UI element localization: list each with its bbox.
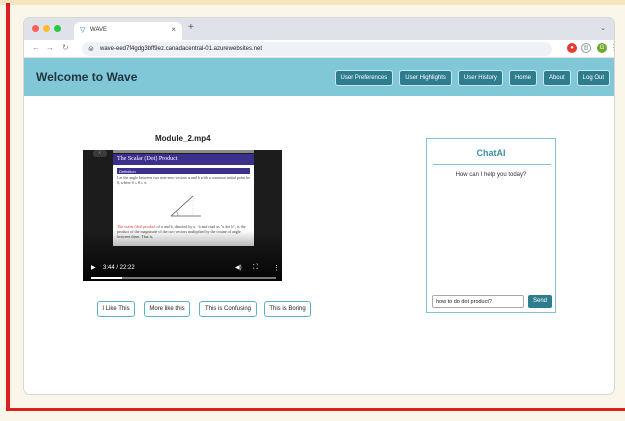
more-options-icon[interactable]: ⋮	[273, 264, 280, 272]
url-text: wave-eed7f4gdg3bff9ez.canadacentral-01.a…	[100, 46, 262, 52]
bottom-red-border	[6, 408, 625, 411]
profile-avatar[interactable]: G	[597, 43, 607, 53]
video-progress-fill	[91, 277, 123, 279]
this-is-boring-button[interactable]: This is Boring	[264, 301, 311, 317]
site-info-icon[interactable]: ⊜	[88, 45, 94, 53]
more-like-this-button[interactable]: More like this	[144, 301, 190, 317]
chat-divider	[433, 164, 551, 165]
video-title: Module_2.mp4	[155, 134, 211, 143]
page-title: Welcome to Wave	[36, 70, 138, 84]
close-window-icon[interactable]	[32, 25, 39, 32]
video-time: 3:44 / 22:22	[103, 265, 135, 271]
user-highlights-button[interactable]: User Highlights	[399, 70, 452, 86]
send-button[interactable]: Send	[528, 295, 552, 308]
this-is-confusing-button[interactable]: This is Confusing	[199, 301, 257, 317]
browser-tab[interactable]: ▽ WAVE ×	[74, 22, 182, 40]
extension-icon[interactable]: ●	[567, 43, 577, 53]
volume-icon[interactable]: ◀)	[235, 264, 242, 271]
header-nav: User Preferences User Highlights User Hi…	[334, 70, 610, 86]
minimize-window-icon[interactable]	[43, 25, 50, 32]
browser-menu-icon[interactable]: ⋮	[610, 43, 614, 52]
chat-title: ChatAI	[476, 148, 506, 158]
slide-heading: The Scalar (Dot) Product	[113, 154, 254, 165]
window-controls	[32, 25, 61, 32]
i-like-this-button[interactable]: I Like This	[97, 301, 135, 317]
tab-close-icon[interactable]: ×	[171, 25, 176, 34]
log-out-button[interactable]: Log Out	[576, 70, 610, 86]
wave-favicon-icon: ▽	[80, 27, 86, 34]
video-player[interactable]: ‹ The Scalar (Dot) Product Definition Le…	[83, 150, 282, 281]
extensions-puzzle-icon[interactable]: ◫	[581, 43, 591, 53]
about-button[interactable]: About	[542, 70, 571, 86]
video-controls: ▶ 3:44 / 22:22 ◀) ⛶ ⋮	[83, 263, 282, 277]
user-history-button[interactable]: User History	[457, 70, 503, 86]
forward-arrow-icon[interactable]: →	[46, 43, 54, 52]
top-edge	[0, 0, 625, 5]
site-header: Welcome to Wave User Preferences User Hi…	[24, 58, 614, 96]
chat-panel: ChatAI How can I help you today? how to …	[426, 138, 556, 313]
back-arrow-icon[interactable]: ←	[32, 43, 40, 52]
vector-angle-figure	[170, 195, 201, 217]
chat-input[interactable]: how to do dot product?	[432, 295, 524, 308]
new-tab-button[interactable]: +	[188, 22, 194, 33]
play-icon[interactable]: ▶	[91, 264, 96, 271]
fullscreen-icon[interactable]: ⛶	[253, 264, 258, 272]
url-input[interactable]: ⊜ wave-eed7f4gdg3bff9ez.canadacentral-01…	[82, 42, 552, 56]
slide-definition-label: Definition	[117, 168, 250, 174]
tab-title: WAVE	[90, 27, 108, 33]
home-button[interactable]: Home	[508, 70, 537, 86]
left-red-border	[6, 3, 10, 411]
tab-search-chevron-icon[interactable]: ⌄	[600, 24, 606, 32]
video-progress-bar[interactable]	[91, 277, 276, 279]
tab-bar: ▽ WAVE × + ⌄	[24, 18, 614, 40]
video-back-icon[interactable]: ‹	[93, 150, 107, 157]
reload-icon[interactable]: ↻	[62, 43, 69, 52]
user-preferences-button[interactable]: User Preferences	[334, 70, 394, 86]
video-window-titlebar	[113, 150, 254, 153]
slide-text: Let the angle between two non-zero vecto…	[117, 175, 250, 185]
address-bar: ← → ↻ ⊜ wave-eed7f4gdg3bff9ez.canadacent…	[24, 40, 614, 58]
maximize-window-icon[interactable]	[54, 25, 61, 32]
chat-greeting: How can I help you today?	[455, 172, 527, 178]
